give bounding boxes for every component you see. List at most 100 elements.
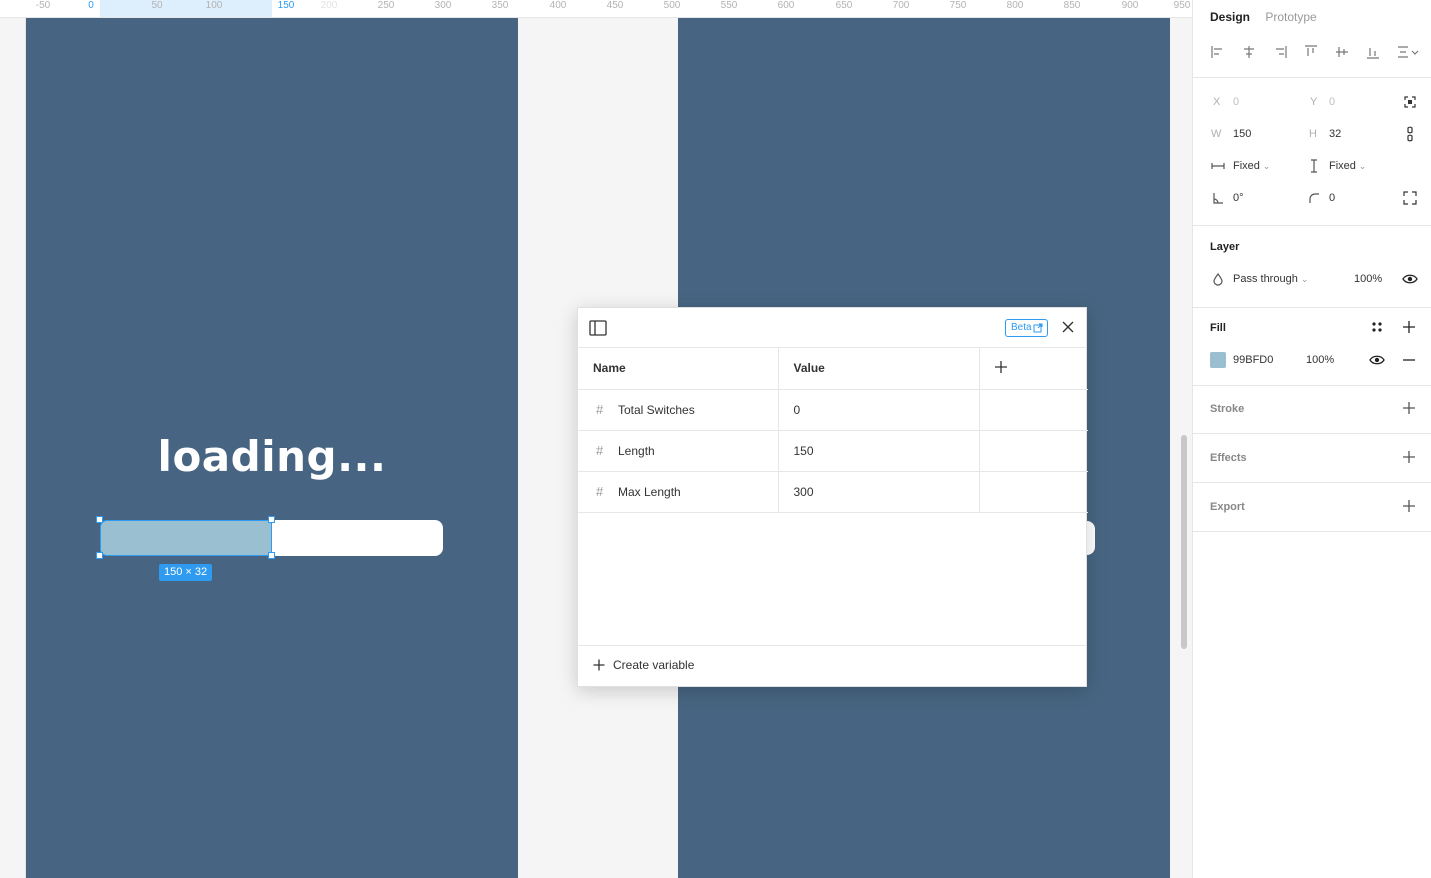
fill-hex-input[interactable]: 99BFD0 (1233, 354, 1273, 366)
ruler-tick: 850 (1063, 0, 1081, 11)
variable-value-cell[interactable]: 300 (778, 471, 980, 513)
ruler-tick: 400 (549, 0, 567, 11)
blend-mode-icon (1213, 272, 1223, 286)
variable-name-cell[interactable]: # Max Length (578, 471, 779, 513)
variable-name-cell[interactable]: # Length (578, 430, 779, 472)
create-variable-label: Create variable (613, 658, 695, 672)
divider (1193, 77, 1431, 78)
eye-icon[interactable] (1369, 352, 1385, 368)
remove-fill-icon[interactable] (1401, 352, 1417, 368)
h-label: H (1309, 128, 1317, 140)
horizontal-sizing-value: Fixed (1233, 160, 1260, 172)
constrain-proportions-icon[interactable] (1402, 126, 1418, 142)
eye-icon[interactable] (1402, 271, 1418, 287)
create-variable-button[interactable]: Create variable (593, 658, 694, 672)
table-header-row: Name Value (578, 348, 1088, 390)
resize-handle-top-right[interactable] (268, 516, 275, 523)
ruler-tick: 500 (663, 0, 681, 11)
add-column-button[interactable] (979, 348, 1088, 390)
variables-table: Name Value # Total Switches 0 # Length 1… (578, 348, 1088, 513)
divider (1193, 385, 1431, 386)
ruler-tick: 600 (777, 0, 795, 11)
align-right-icon[interactable] (1272, 44, 1288, 60)
fill-section-title: Fill (1210, 322, 1226, 334)
fill-color-swatch[interactable] (1210, 352, 1226, 368)
styles-grid-icon[interactable] (1369, 319, 1385, 335)
ruler-tick: 800 (1006, 0, 1024, 11)
tab-design[interactable]: Design (1210, 10, 1250, 24)
add-effect-icon[interactable] (1401, 449, 1417, 465)
blend-mode-dropdown[interactable]: Pass through ⌄ (1233, 273, 1308, 285)
column-header-value: Value (778, 348, 980, 390)
add-fill-icon[interactable] (1401, 319, 1417, 335)
ruler-tick: 200 (320, 0, 338, 11)
layer-opacity-input[interactable]: 100% (1354, 273, 1382, 285)
table-row[interactable]: # Total Switches 0 (578, 389, 1088, 431)
table-row[interactable]: # Max Length 300 (578, 471, 1088, 513)
blend-mode-value: Pass through (1233, 273, 1298, 285)
number-type-icon: # (596, 443, 604, 458)
fill-opacity-input[interactable]: 100% (1306, 354, 1334, 366)
x-input[interactable]: 0 (1233, 96, 1239, 108)
horizontal-sizing-dropdown[interactable]: Fixed ⌄ (1233, 160, 1270, 172)
alignment-toolbar (1210, 44, 1420, 62)
distribute-menu-icon[interactable] (1396, 44, 1420, 60)
add-stroke-icon[interactable] (1401, 400, 1417, 416)
beta-badge[interactable]: Beta (1005, 319, 1048, 337)
add-export-icon[interactable] (1401, 498, 1417, 514)
height-input[interactable]: 32 (1329, 128, 1341, 140)
resize-handle-bottom-left[interactable] (96, 552, 103, 559)
variable-value-cell[interactable]: 150 (778, 430, 980, 472)
vertical-sizing-value: Fixed (1329, 160, 1356, 172)
ruler-selection-highlight (100, 0, 272, 17)
horizontal-ruler: -50 0 50 100 150 200 250 300 350 400 450… (0, 0, 1192, 18)
ruler-tick: -50 (35, 0, 51, 11)
rotation-icon (1213, 193, 1223, 204)
align-vertical-center-icon[interactable] (1334, 44, 1350, 60)
column-header-name: Name (578, 348, 779, 390)
constraints-icon[interactable] (1402, 94, 1418, 110)
panel-tabs: Design Prototype (1210, 10, 1329, 24)
close-icon[interactable] (1060, 319, 1076, 335)
align-bottom-icon[interactable] (1365, 44, 1381, 60)
loading-text[interactable]: loading... (26, 432, 518, 481)
stroke-section-title: Stroke (1210, 403, 1245, 415)
ruler-tick: 550 (720, 0, 738, 11)
progress-fill-selected[interactable] (100, 520, 272, 556)
resize-handle-bottom-right[interactable] (268, 552, 275, 559)
variable-name-cell[interactable]: # Total Switches (578, 389, 779, 431)
effects-section-title: Effects (1210, 452, 1247, 464)
variable-name: Total Switches (618, 403, 695, 417)
align-horizontal-center-icon[interactable] (1241, 44, 1257, 60)
align-top-icon[interactable] (1303, 44, 1319, 60)
empty-cell (979, 389, 1088, 431)
ruler-tick: 450 (606, 0, 624, 11)
width-input[interactable]: 150 (1233, 128, 1251, 140)
table-row[interactable]: # Length 150 (578, 430, 1088, 472)
ruler-tick: 150 (277, 0, 295, 11)
independent-corners-icon[interactable] (1402, 190, 1418, 206)
layer-section-title: Layer (1210, 241, 1240, 253)
ruler-tick: 100 (205, 0, 223, 11)
sidebar-toggle-icon[interactable] (589, 320, 607, 336)
variable-name: Length (618, 444, 655, 458)
ruler-tick: 900 (1121, 0, 1139, 11)
canvas-scrollbar[interactable] (1181, 435, 1187, 649)
y-label: Y (1310, 96, 1318, 108)
modal-footer: Create variable (578, 645, 1086, 686)
align-left-icon[interactable] (1210, 44, 1226, 60)
corner-radius-input[interactable]: 0 (1329, 192, 1335, 204)
w-label: W (1211, 128, 1222, 140)
design-canvas[interactable]: loading... 150 × 32 -50 0 50 100 150 200… (0, 0, 1192, 878)
vertical-ruler (0, 18, 26, 878)
variable-value-cell[interactable]: 0 (778, 389, 980, 431)
tab-prototype[interactable]: Prototype (1265, 10, 1316, 24)
y-input[interactable]: 0 (1329, 96, 1335, 108)
chevron-down-icon: ⌄ (1358, 161, 1367, 171)
rotation-input[interactable]: 0° (1233, 192, 1244, 204)
divider (1193, 307, 1431, 308)
empty-cell (979, 471, 1088, 513)
resize-handle-top-left[interactable] (96, 516, 103, 523)
vertical-sizing-dropdown[interactable]: Fixed ⌄ (1329, 160, 1366, 172)
horizontal-resizing-icon (1211, 163, 1225, 169)
